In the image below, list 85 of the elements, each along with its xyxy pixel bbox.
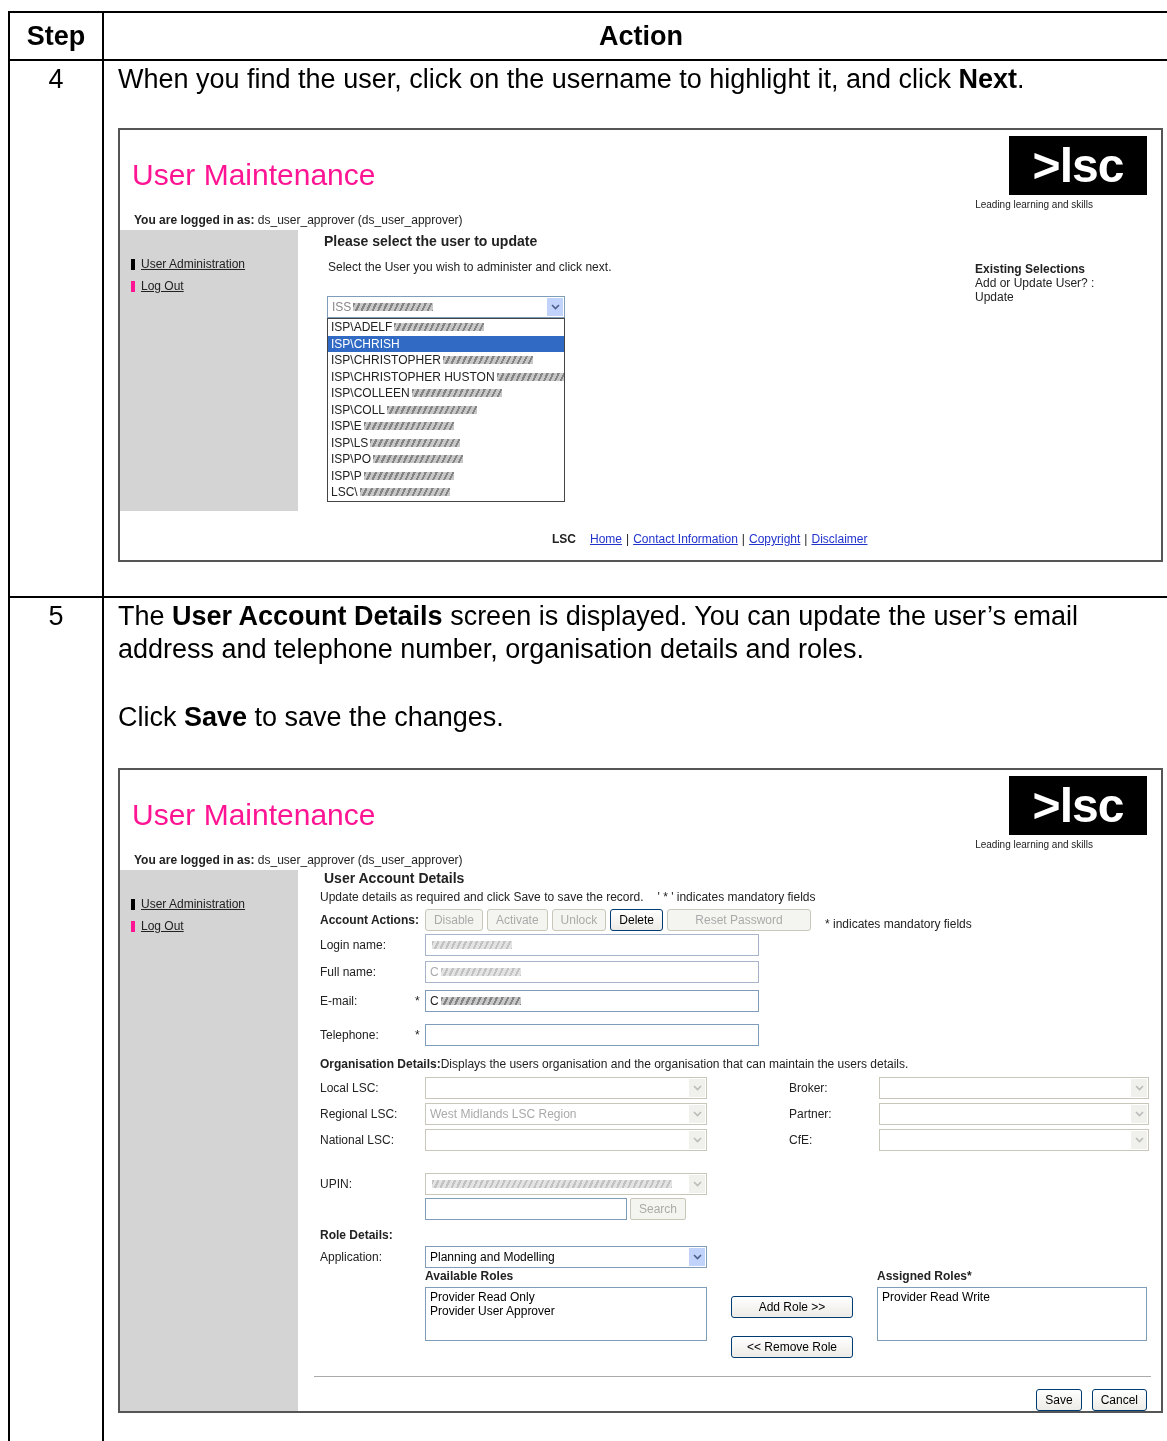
sidebar-link[interactable]: User Administration (141, 257, 246, 271)
field-label: Full name: (320, 964, 378, 979)
remove-role-button[interactable]: << Remove Role (731, 1336, 853, 1358)
dropdown[interactable] (425, 1172, 707, 1195)
section-heading: User Account Details (324, 870, 465, 888)
dropdown-option[interactable]: ISP\CHRISTOPHER (328, 352, 564, 369)
mandatory-note: ' * ' indicates mandatory fields (657, 890, 816, 905)
field-label: UPIN: (320, 1176, 353, 1191)
text-field[interactable] (425, 1023, 759, 1046)
dropdown-option[interactable]: ISP\E (328, 418, 564, 435)
organisation-text: Organisation Details:Displays the users organisation and the organisation that can maintain the users details. (320, 1055, 909, 1073)
field-label: Regional LSC: (320, 1106, 399, 1121)
action-button[interactable]: Delete (610, 908, 663, 931)
field-label: Telephone: (320, 1027, 380, 1042)
dropdown-option[interactable]: ISP\LS (328, 434, 564, 451)
dropdown[interactable] (879, 1102, 1149, 1125)
intro-text: Update details as required and click Save to save the record. (320, 890, 644, 905)
required-marker: * (415, 994, 420, 1009)
step-number: 5 (48, 601, 64, 633)
instruction-text: The User Account Details screen is displayed. You can update the user’s email address and telephone number, organisation details and roles. (118, 600, 1080, 666)
footer-link[interactable]: Contact Information (633, 532, 738, 546)
field-label: Account Actions: (320, 912, 419, 927)
section-label: Role Details: (320, 1228, 393, 1245)
page-title: User Maintenance (132, 158, 376, 193)
mandatory-note: * indicates mandatory fields (825, 916, 972, 931)
field-label: Local LSC: (320, 1080, 380, 1095)
footer-link[interactable]: Copyright (749, 532, 801, 546)
field-label: CfE: (789, 1132, 814, 1147)
step-number: 4 (48, 64, 64, 96)
logged-in-text: You are logged in as: ds_user_approver (ds_user_approver) (133, 852, 464, 869)
dropdown[interactable] (425, 1076, 707, 1099)
column-header: Step (10, 13, 104, 59)
list-item[interactable]: Provider User Approver (430, 1304, 702, 1318)
list-item[interactable]: Provider Read Only (430, 1290, 702, 1304)
dropdown-option[interactable]: ISP\CHRISTOPHER HUSTON (328, 368, 564, 385)
field-label: Application: (320, 1250, 384, 1265)
dropdown[interactable] (879, 1076, 1149, 1099)
section-heading: Please select the user to update (324, 233, 538, 249)
dropdown-option[interactable]: ISP\COLLEEN (328, 385, 564, 402)
field-label: Login name: (320, 938, 388, 953)
list-item[interactable]: Provider Read Write (882, 1290, 1142, 1304)
search-field[interactable] (425, 1198, 627, 1221)
hint-text: Select the User you wish to administer and click next. (328, 260, 612, 274)
footer-link[interactable]: Disclaimer (811, 532, 868, 546)
existing-selections-value: Update (975, 290, 1015, 304)
existing-selections-title: Existing Selections (975, 262, 1087, 276)
existing-selections-text: Add or Update User? : (975, 276, 1096, 290)
logo-tagline: Leading learning and skills (975, 839, 1093, 850)
dropdown-option[interactable]: ISP\ADELF (328, 319, 564, 336)
field-label: E-mail: (320, 994, 359, 1009)
dropdown[interactable] (879, 1128, 1149, 1151)
required-marker: * (415, 1027, 420, 1042)
dropdown-option[interactable]: ISP\CHRISH (328, 335, 564, 352)
footer-text: LSC (552, 532, 576, 546)
text-field[interactable]: C (425, 990, 759, 1013)
logged-in-text: You are logged in as: ds_user_approver (ds_user_approver) (133, 212, 464, 229)
logo-tagline: Leading learning and skills (975, 199, 1093, 210)
field-label: Partner: (789, 1106, 833, 1121)
list-label: Available Roles (425, 1269, 514, 1283)
column-header: Action (598, 19, 684, 53)
dropdown-option[interactable]: ISP\COLL (328, 401, 564, 418)
sidebar-link[interactable]: Log Out (141, 279, 184, 293)
instruction-text: Click Save to save the changes. (118, 701, 505, 734)
list-label: Assigned Roles* (877, 1269, 972, 1283)
footer-link[interactable]: Home (590, 532, 622, 546)
field-label: National LSC: (320, 1132, 396, 1147)
application-dropdown[interactable]: Planning and Modelling (425, 1246, 707, 1269)
cancel-button[interactable]: Cancel (1091, 1389, 1147, 1411)
sidebar-link[interactable]: User Administration (141, 897, 246, 911)
logo: >lsc (1009, 136, 1147, 195)
instruction-text: When you find the user, click on the username to highlight it, and click Next. (118, 63, 1026, 96)
separator-text: | (741, 532, 745, 546)
add-role-button[interactable]: Add Role >> (731, 1296, 853, 1318)
dropdown-option[interactable]: LSC\ (328, 484, 564, 501)
separator-text: | (804, 532, 808, 546)
dropdown[interactable] (425, 1128, 707, 1151)
field-label: Broker: (789, 1080, 829, 1095)
dropdown-option[interactable]: ISP\PO (328, 451, 564, 468)
page-title: User Maintenance (132, 798, 376, 833)
save-button[interactable]: Save (1036, 1389, 1082, 1411)
sidebar-link[interactable]: Log Out (141, 919, 184, 933)
logo: >lsc (1009, 776, 1147, 835)
dropdown-option[interactable]: ISP\P (328, 467, 564, 484)
user-dropdown[interactable]: ISS (327, 296, 565, 318)
separator-text: | (626, 532, 630, 546)
